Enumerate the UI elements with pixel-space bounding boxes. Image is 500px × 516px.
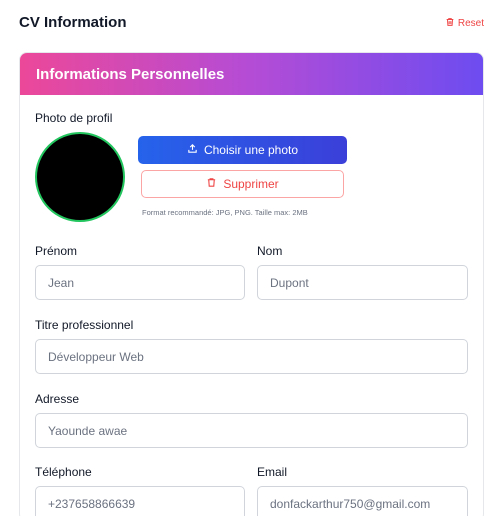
choose-photo-label: Choisir une photo xyxy=(203,143,299,157)
card-header: Informations Personnelles xyxy=(20,53,483,95)
last-name-field[interactable] xyxy=(257,265,468,300)
job-title-label: Titre professionnel xyxy=(35,318,134,332)
photo-label: Photo de profil xyxy=(35,111,113,125)
upload-icon xyxy=(187,143,198,157)
reset-button[interactable]: Reset xyxy=(445,17,484,30)
delete-photo-button[interactable]: Supprimer xyxy=(141,170,344,198)
email-field[interactable] xyxy=(257,486,468,516)
section-title: Informations Personnelles xyxy=(36,65,225,83)
job-title-field[interactable] xyxy=(35,339,468,374)
delete-photo-label: Supprimer xyxy=(223,177,279,191)
cv-panel: CV Information Reset Informations Person… xyxy=(0,0,500,516)
address-field[interactable] xyxy=(35,413,468,448)
address-label: Adresse xyxy=(35,392,80,406)
photo-hint: Format recommandé: JPG, PNG. Taille max:… xyxy=(142,208,308,217)
first-name-label: Prénom xyxy=(35,244,78,258)
last-name-label: Nom xyxy=(257,244,283,258)
page-title: CV Information xyxy=(19,14,127,31)
reset-label: Reset xyxy=(457,18,484,29)
avatar xyxy=(35,132,125,222)
trash-icon xyxy=(206,177,217,191)
phone-field[interactable] xyxy=(35,486,245,516)
first-name-field[interactable] xyxy=(35,265,245,300)
email-label: Email xyxy=(257,465,288,479)
trash-icon xyxy=(445,17,455,30)
choose-photo-button[interactable]: Choisir une photo xyxy=(138,136,347,164)
phone-label: Téléphone xyxy=(35,465,92,479)
